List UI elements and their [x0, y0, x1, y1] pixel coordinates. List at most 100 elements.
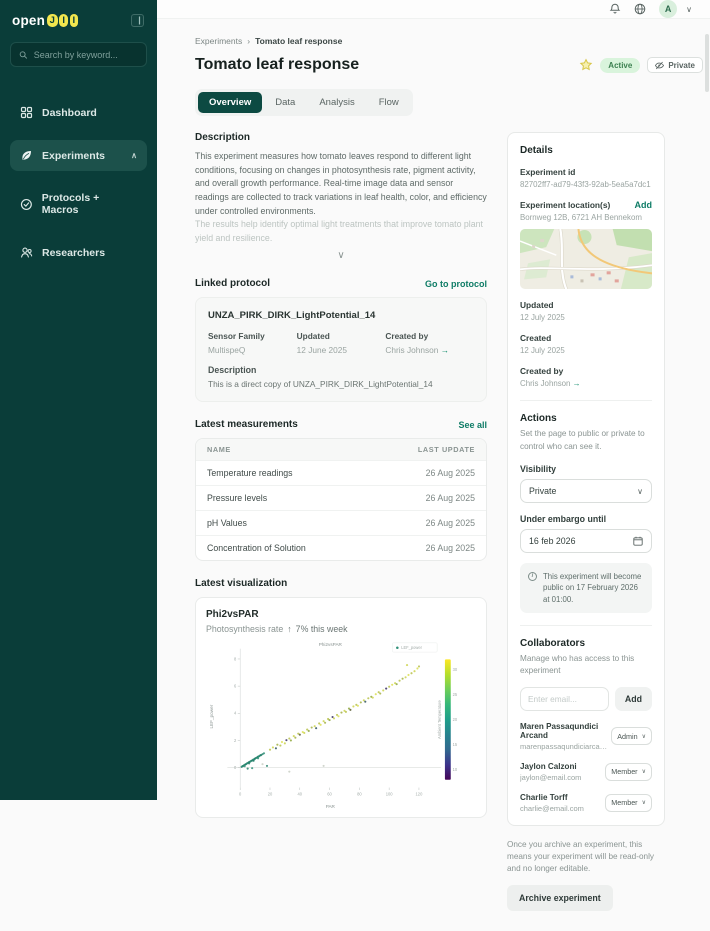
eye-off-icon [655, 61, 665, 69]
sidebar-item-dashboard[interactable]: Dashboard [10, 97, 147, 128]
created-by-label: Created by [520, 366, 564, 377]
svg-text:Ambient Temperature: Ambient Temperature [437, 700, 442, 740]
tab-data[interactable]: Data [264, 92, 306, 113]
add-location-link[interactable]: Add [635, 200, 653, 210]
embargo-date-input[interactable]: 16 feb 2026 [520, 529, 652, 554]
protocol-created-by-link[interactable]: Chris Johnson → [385, 345, 474, 355]
add-collaborator-button[interactable]: Add [614, 686, 652, 711]
protocol-description-label: Description [208, 365, 257, 376]
collaborator-name: Jaylon Calzoni [520, 761, 577, 771]
language-button[interactable] [634, 3, 646, 15]
created-value: 12 July 2025 [520, 346, 565, 356]
svg-text:PAR: PAR [326, 804, 336, 809]
notifications-button[interactable] [609, 3, 621, 15]
linked-protocol-heading: Linked protocol [195, 278, 270, 290]
experiment-id-label: Experiment id [520, 167, 576, 177]
visibility-select[interactable]: Private ∨ [520, 479, 652, 504]
protocol-field: Sensor Family MultispeQ [208, 331, 297, 355]
star-icon[interactable] [579, 58, 593, 72]
arrow-right-icon: → [572, 379, 581, 389]
table-row[interactable]: Pressure levels 26 Aug 2025 [196, 485, 486, 510]
updated-label: Updated [520, 300, 554, 311]
user-menu[interactable]: A ∨ [659, 0, 692, 18]
measurement-date: 26 Aug 2025 [425, 468, 475, 479]
dashboard-icon [20, 106, 33, 119]
go-to-protocol-link[interactable]: Go to protocol [425, 279, 487, 289]
measurement-date: 26 Aug 2025 [425, 493, 475, 504]
tab-analysis[interactable]: Analysis [308, 92, 365, 113]
sidebar-collapse-button[interactable] [130, 13, 145, 28]
measurements-heading: Latest measurements [195, 419, 298, 431]
measurement-name: Temperature readings [207, 468, 293, 479]
visibility-label: Visibility [520, 464, 557, 475]
svg-text:30: 30 [453, 667, 458, 672]
svg-text:10: 10 [453, 768, 458, 773]
protocol-field-value: 12 June 2025 [296, 345, 347, 356]
tab-flow[interactable]: Flow [368, 92, 410, 113]
measurement-name: Concentration of Solution [207, 543, 306, 554]
protocol-description-text: This is a direct copy of UNZA_PIRK_DIRK_… [208, 379, 433, 390]
divider [520, 400, 652, 402]
description-heading: Description [195, 132, 251, 143]
protocol-field-label: Updated [296, 331, 330, 342]
collaborators-subtext: Manage who has access to this experiment [520, 653, 635, 676]
protocol-card: UNZA_PIRK_DIRK_LightPotential_14 Sensor … [195, 297, 487, 403]
collaborator-role-select[interactable]: Admin ∨ [611, 727, 652, 746]
table-row[interactable]: Concentration of Solution 26 Aug 2025 [196, 535, 486, 560]
search-icon [19, 50, 28, 59]
archive-experiment-button[interactable]: Archive experiment [507, 885, 613, 912]
svg-text:60: 60 [327, 792, 332, 797]
chart-subtitle-text: Photosynthesis rate [206, 624, 284, 635]
description-expand-button[interactable]: ∨ [195, 250, 487, 261]
created-by-link[interactable]: Chris Johnson → [520, 379, 652, 388]
privacy-badge[interactable]: Private [647, 57, 703, 73]
breadcrumb-parent[interactable]: Experiments [195, 36, 242, 46]
app-window: open J I I Search by keyword... Dashboar… [0, 0, 710, 912]
collaborator-role-value: Member [611, 798, 638, 808]
collaborator-role-select[interactable]: Member ∨ [605, 793, 652, 812]
svg-text:100: 100 [386, 792, 394, 797]
search-input[interactable] [33, 49, 138, 60]
chart-subtitle: Photosynthesis rate ↑ 7% this week [206, 624, 476, 634]
details-heading: Details [520, 145, 553, 156]
sidebar-search [10, 42, 147, 67]
tab-overview[interactable]: Overview [198, 92, 263, 113]
divider [520, 624, 652, 626]
page-content: Experiments › Tomato leaf response Tomat… [157, 19, 710, 931]
table-row[interactable]: pH Values 26 Aug 2025 [196, 510, 486, 535]
protocol-field-value: Chris Johnson [385, 345, 439, 356]
visualization-heading: Latest visualization [195, 578, 288, 590]
collaborator-role-select[interactable]: Member ∨ [605, 762, 652, 781]
sidebar-nav: Dashboard Experiments ∧ Protocols + Macr… [10, 97, 147, 268]
chevron-down-icon: ∨ [641, 733, 646, 740]
chevron-down-icon: ∨ [641, 769, 646, 776]
collaborator-row: Jaylon Calzoni jaylon@email.com Member ∨ [520, 762, 652, 782]
breadcrumb-separator: › [247, 36, 251, 46]
title-actions: Active Private [579, 57, 703, 73]
actions-heading: Actions [520, 413, 557, 425]
embargo-info-box: i This experiment will become public on … [520, 563, 652, 613]
svg-text:80: 80 [357, 792, 362, 797]
left-column: Description This experiment measures how… [195, 132, 487, 819]
sidebar-item-experiments[interactable]: Experiments ∧ [10, 140, 147, 171]
actions-subtext: Set the page to public or private to con… [520, 429, 645, 451]
see-all-link[interactable]: See all [458, 420, 487, 430]
svg-text:40: 40 [298, 792, 303, 797]
svg-text:20: 20 [268, 792, 273, 797]
breadcrumb-current: Tomato leaf response [255, 36, 343, 46]
avatar: A [659, 0, 678, 18]
bell-icon [609, 3, 621, 14]
scrollbar-thumb[interactable] [705, 34, 709, 92]
svg-text:2: 2 [234, 738, 237, 743]
svg-text:8: 8 [234, 657, 237, 662]
scatter-plot: Phi2vsPAR024680 20 40 60 80 100 120PARLEF_powe… [209, 642, 458, 809]
sidebar-item-label: Researchers [42, 246, 106, 259]
sidebar-item-protocols-macros[interactable]: Protocols + Macros [10, 183, 147, 225]
svg-text:LEF_power: LEF_power [209, 705, 214, 729]
visualization-section: Latest visualization Phi2vsPAR Photosynt… [195, 578, 487, 819]
table-row[interactable]: Temperature readings 26 Aug 2025 [196, 460, 486, 485]
measurement-name: pH Values [207, 518, 247, 529]
collaborator-email-input[interactable] [520, 686, 609, 711]
sidebar-item-researchers[interactable]: Researchers [10, 237, 147, 268]
protocol-field-label: Created by [385, 331, 429, 342]
